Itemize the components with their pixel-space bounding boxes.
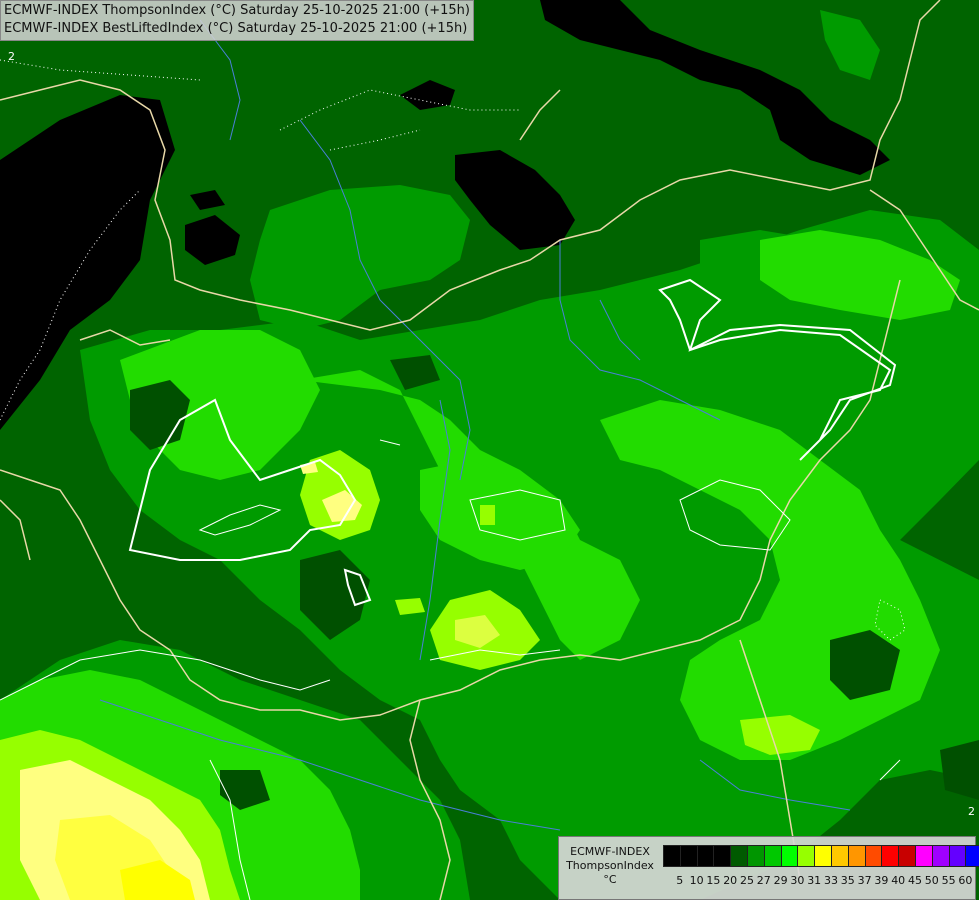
legend-swatch [713, 845, 732, 867]
legend-swatch [730, 845, 748, 867]
legend-label-line2: ThompsonIndex [566, 859, 654, 872]
color-legend: ECMWF-INDEX ThompsonIndex °C 5 10 15 20 25 27… [558, 836, 979, 900]
contour-label: 2 [8, 50, 15, 63]
legend-swatch [797, 845, 816, 867]
legend-swatch [663, 845, 681, 867]
legend-swatch [780, 845, 799, 867]
legend-swatch [814, 845, 832, 867]
legend-swatch [696, 845, 715, 867]
legend-swatch [847, 845, 866, 867]
title-line-1: ECMWF-INDEX ThompsonIndex (°C) Saturday … [4, 3, 470, 18]
weather-map: 2 2 [0, 0, 979, 900]
legend-swatch [831, 845, 849, 867]
legend-swatch [679, 845, 698, 867]
legend-swatch [747, 845, 765, 867]
title-box: ECMWF-INDEX ThompsonIndex (°C) Saturday … [0, 0, 474, 41]
contour-label: 2 [968, 805, 975, 818]
legend-swatch [965, 845, 979, 867]
legend-swatch [915, 845, 933, 867]
title-line-2: ECMWF-INDEX BestLiftedIndex (°C) Saturda… [4, 21, 468, 36]
legend-swatch [763, 845, 782, 867]
legend-tick-label: 60 [958, 874, 973, 887]
legend-swatch [898, 845, 916, 867]
legend-swatch [931, 845, 950, 867]
legend-swatch [948, 845, 967, 867]
legend-swatch [881, 845, 900, 867]
legend-label-line1: ECMWF-INDEX [570, 845, 650, 858]
legend-label: ECMWF-INDEX ThompsonIndex °C [559, 845, 661, 887]
legend-unit: °C [603, 873, 617, 886]
legend-swatch [864, 845, 883, 867]
